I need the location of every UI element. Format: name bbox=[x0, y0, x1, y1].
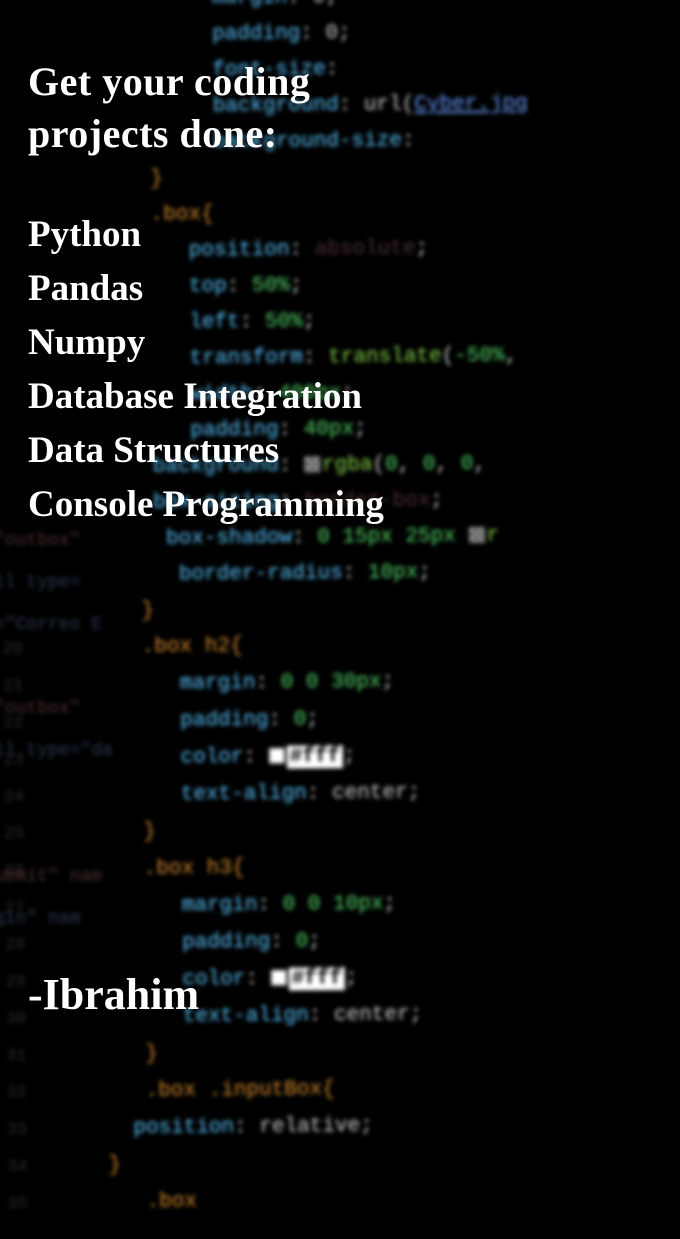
skill-item: Python bbox=[28, 208, 680, 262]
skill-item: Numpy bbox=[28, 316, 680, 370]
skill-item: Data Structures bbox=[28, 424, 680, 478]
signature: -Ibrahim bbox=[28, 969, 199, 1020]
skills-list: PythonPandasNumpyDatabase IntegrationDat… bbox=[28, 208, 680, 532]
skill-item: Console Programming bbox=[28, 478, 680, 532]
skill-item: Database Integration bbox=[28, 370, 680, 424]
skill-item: Pandas bbox=[28, 262, 680, 316]
headline-line-2: projects done: bbox=[28, 108, 680, 160]
headline: Get your coding projects done: bbox=[28, 56, 680, 160]
headline-line-1: Get your coding bbox=[28, 56, 680, 108]
promo-overlay: Get your coding projects done: PythonPan… bbox=[0, 0, 680, 1062]
